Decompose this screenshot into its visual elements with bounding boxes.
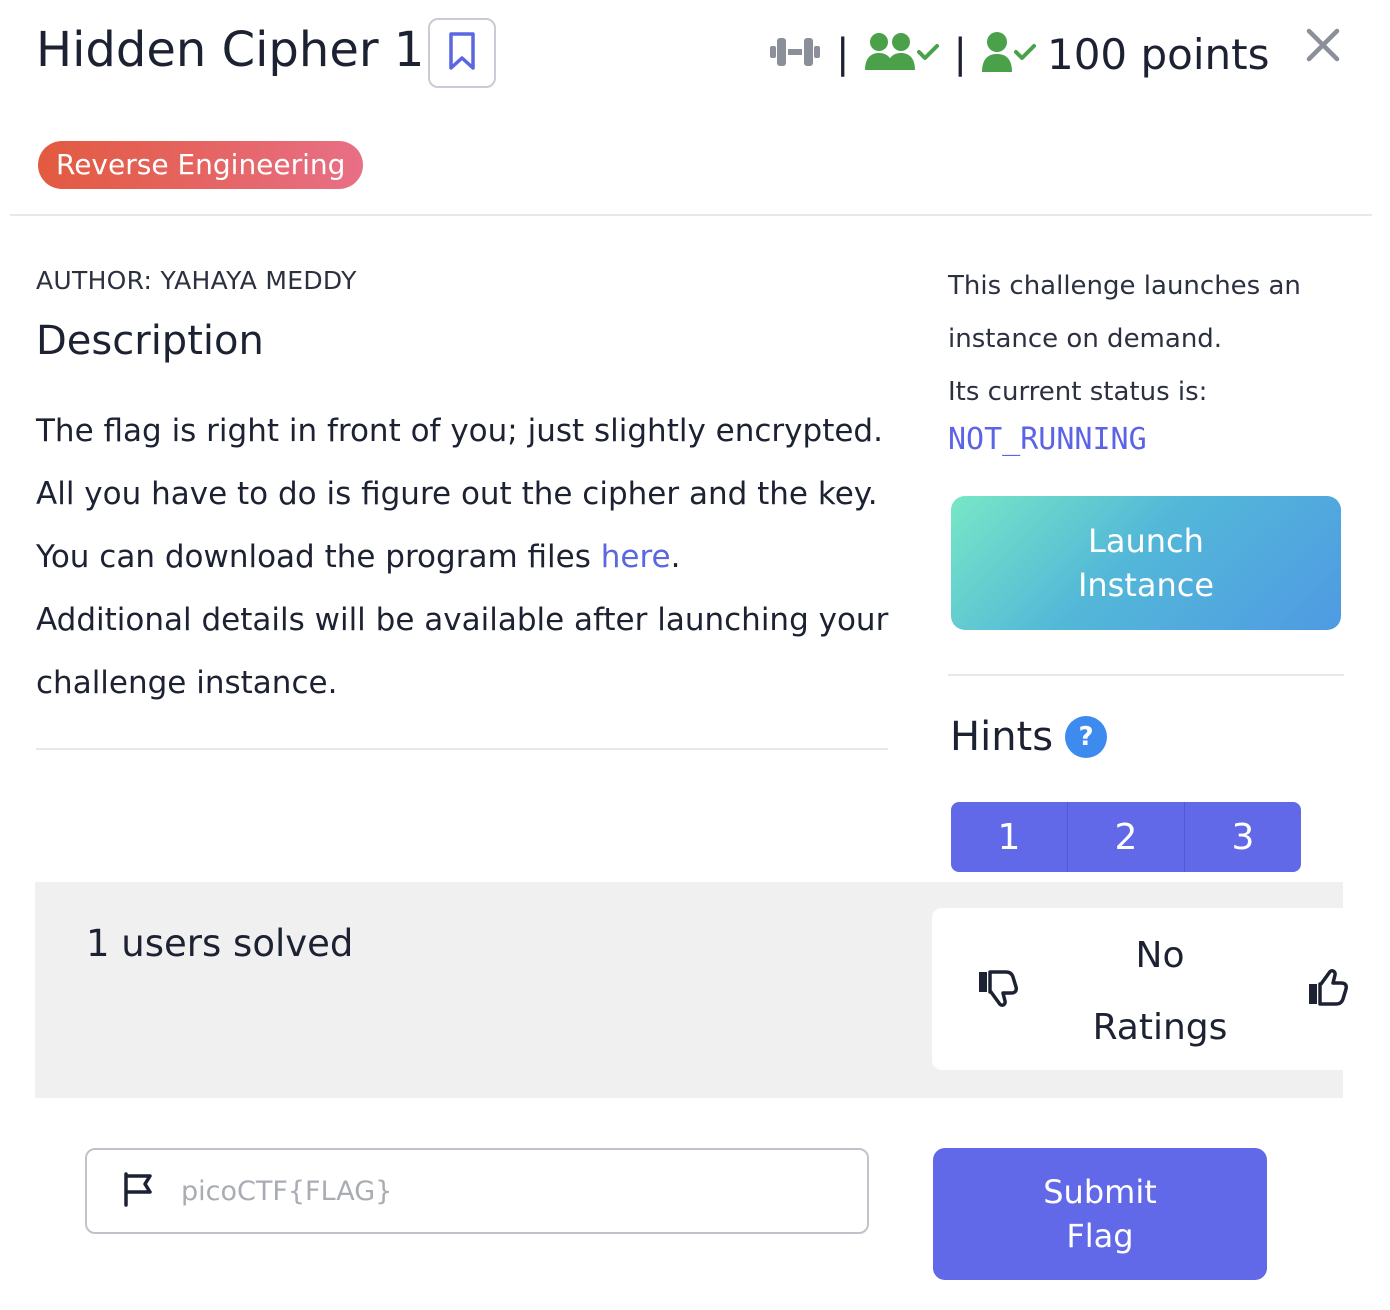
help-icon[interactable]: ? [1065,716,1108,758]
bookmark-icon [447,31,477,75]
ratings-summary-line: Ratings [1092,1007,1228,1048]
launch-label-line: Launch [1088,522,1204,560]
instance-status: NOT_RUNNING [948,422,1147,457]
description-text: The flag is right in front of you; just … [36,400,896,715]
category-badge: Reverse Engineering [38,141,364,189]
download-link[interactable]: here [601,539,671,575]
hints-heading: Hints ? [950,714,1108,760]
instance-info-text: This challenge launches an instance on d… [948,271,1301,354]
hint-button-3[interactable]: 3 [1185,802,1301,872]
solved-count: 1 users solved [86,922,354,965]
description-line: Additional details will be available aft… [36,602,889,701]
header-divider [10,214,1372,216]
difficulty-dumbbell-icon [768,32,822,76]
instance-divider [948,674,1344,676]
instance-status-label: Its current status is: [948,377,1208,407]
challenge-meta: | | 100 points [768,22,1269,86]
launch-label: Launch Instance [1078,519,1214,607]
description-line: You can download the program files here. [36,526,896,589]
close-icon [1300,28,1346,72]
hint-button-group: 1 2 3 [951,802,1301,872]
hint-button-1[interactable]: 1 [951,802,1068,872]
bookmark-button[interactable] [428,18,496,88]
submit-label-line: Flag [1066,1217,1134,1255]
thumbs-up-icon [1306,969,1350,1012]
close-button[interactable] [1300,22,1346,68]
description-divider [36,748,888,750]
challenge-title: Hidden Cipher 1 [36,22,425,78]
description-text-fragment: You can download the program files [36,539,601,575]
thumbs-down-button[interactable] [976,968,1020,1008]
launch-label-line: Instance [1077,566,1215,604]
instance-info: This challenge launches an instance on d… [948,260,1348,419]
flag-input[interactable] [179,1174,867,1208]
points-value: 100 points [1046,29,1270,79]
users-check-icon [863,30,940,78]
meta-separator: | [953,31,967,77]
ratings-summary: No Ratings [1060,920,1260,1064]
submit-label: Submit Flag [1043,1170,1157,1258]
user-check-icon [981,30,1037,78]
flag-input-container [85,1148,869,1234]
description-line: All you have to do is figure out the cip… [36,476,878,512]
flag-icon [121,1171,155,1211]
meta-separator: | [836,31,850,77]
description-text-fragment: . [670,539,681,575]
description-heading: Description [36,318,264,364]
ratings-summary-line: No [1135,935,1185,976]
thumbs-up-button[interactable] [1306,968,1350,1008]
submit-flag-button[interactable]: Submit Flag [933,1148,1267,1280]
author-label: AUTHOR: YAHAYA MEDDY [36,266,357,295]
launch-instance-button[interactable]: Launch Instance [951,496,1341,630]
thumbs-down-icon [976,970,1020,1012]
description-line: The flag is right in front of you; just … [36,413,883,449]
hints-title: Hints [950,714,1054,760]
submit-label-line: Submit [1043,1173,1157,1211]
hint-button-2[interactable]: 2 [1068,802,1185,872]
